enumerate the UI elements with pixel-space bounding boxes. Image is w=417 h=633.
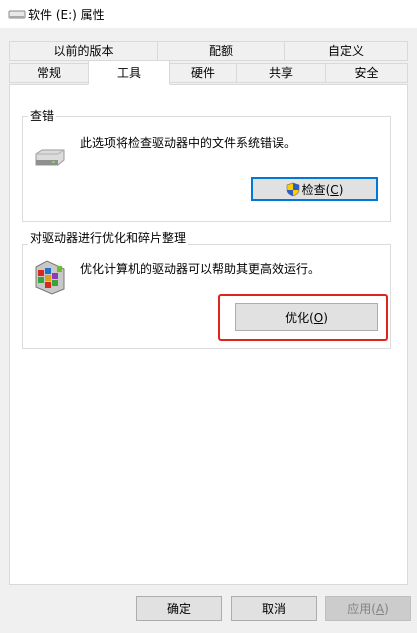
title-bar: 软件 (E:) 属性 xyxy=(0,0,417,28)
apply-button[interactable]: 应用(A) xyxy=(325,596,411,621)
error-checking-group xyxy=(22,116,391,222)
check-button[interactable]: 检查(C) xyxy=(251,177,378,201)
error-checking-title: 查错 xyxy=(28,109,57,123)
tab-sharing[interactable]: 共享 xyxy=(236,63,326,83)
tab-security[interactable]: 安全 xyxy=(325,63,408,83)
uac-shield-icon xyxy=(286,182,299,196)
check-button-label: 检查(C) xyxy=(301,182,344,197)
defrag-icon xyxy=(35,260,65,295)
window-title: 软件 (E:) 属性 xyxy=(28,8,105,22)
optimize-title: 对驱动器进行优化和碎片整理 xyxy=(28,231,189,245)
tab-general[interactable]: 常规 xyxy=(9,63,89,83)
tab-tools[interactable]: 工具 xyxy=(88,60,170,85)
optimize-button[interactable]: 优化(O) xyxy=(235,303,378,331)
hard-drive-icon xyxy=(35,149,65,166)
ok-button[interactable]: 确定 xyxy=(136,596,222,621)
tab-quota[interactable]: 配额 xyxy=(157,41,285,61)
optimize-description: 优化计算机的驱动器可以帮助其更高效运行。 xyxy=(80,262,321,276)
error-checking-description: 此选项将检查驱动器中的文件系统错误。 xyxy=(80,136,297,150)
tab-previous-versions[interactable]: 以前的版本 xyxy=(9,41,158,61)
apply-button-label: 应用(A) xyxy=(347,602,389,616)
tab-hardware[interactable]: 硬件 xyxy=(169,63,237,83)
drive-icon xyxy=(8,10,26,19)
cancel-button[interactable]: 取消 xyxy=(231,596,317,621)
optimize-group xyxy=(22,244,391,349)
optimize-button-label: 优化(O) xyxy=(285,310,328,325)
tab-customize[interactable]: 自定义 xyxy=(284,41,408,61)
